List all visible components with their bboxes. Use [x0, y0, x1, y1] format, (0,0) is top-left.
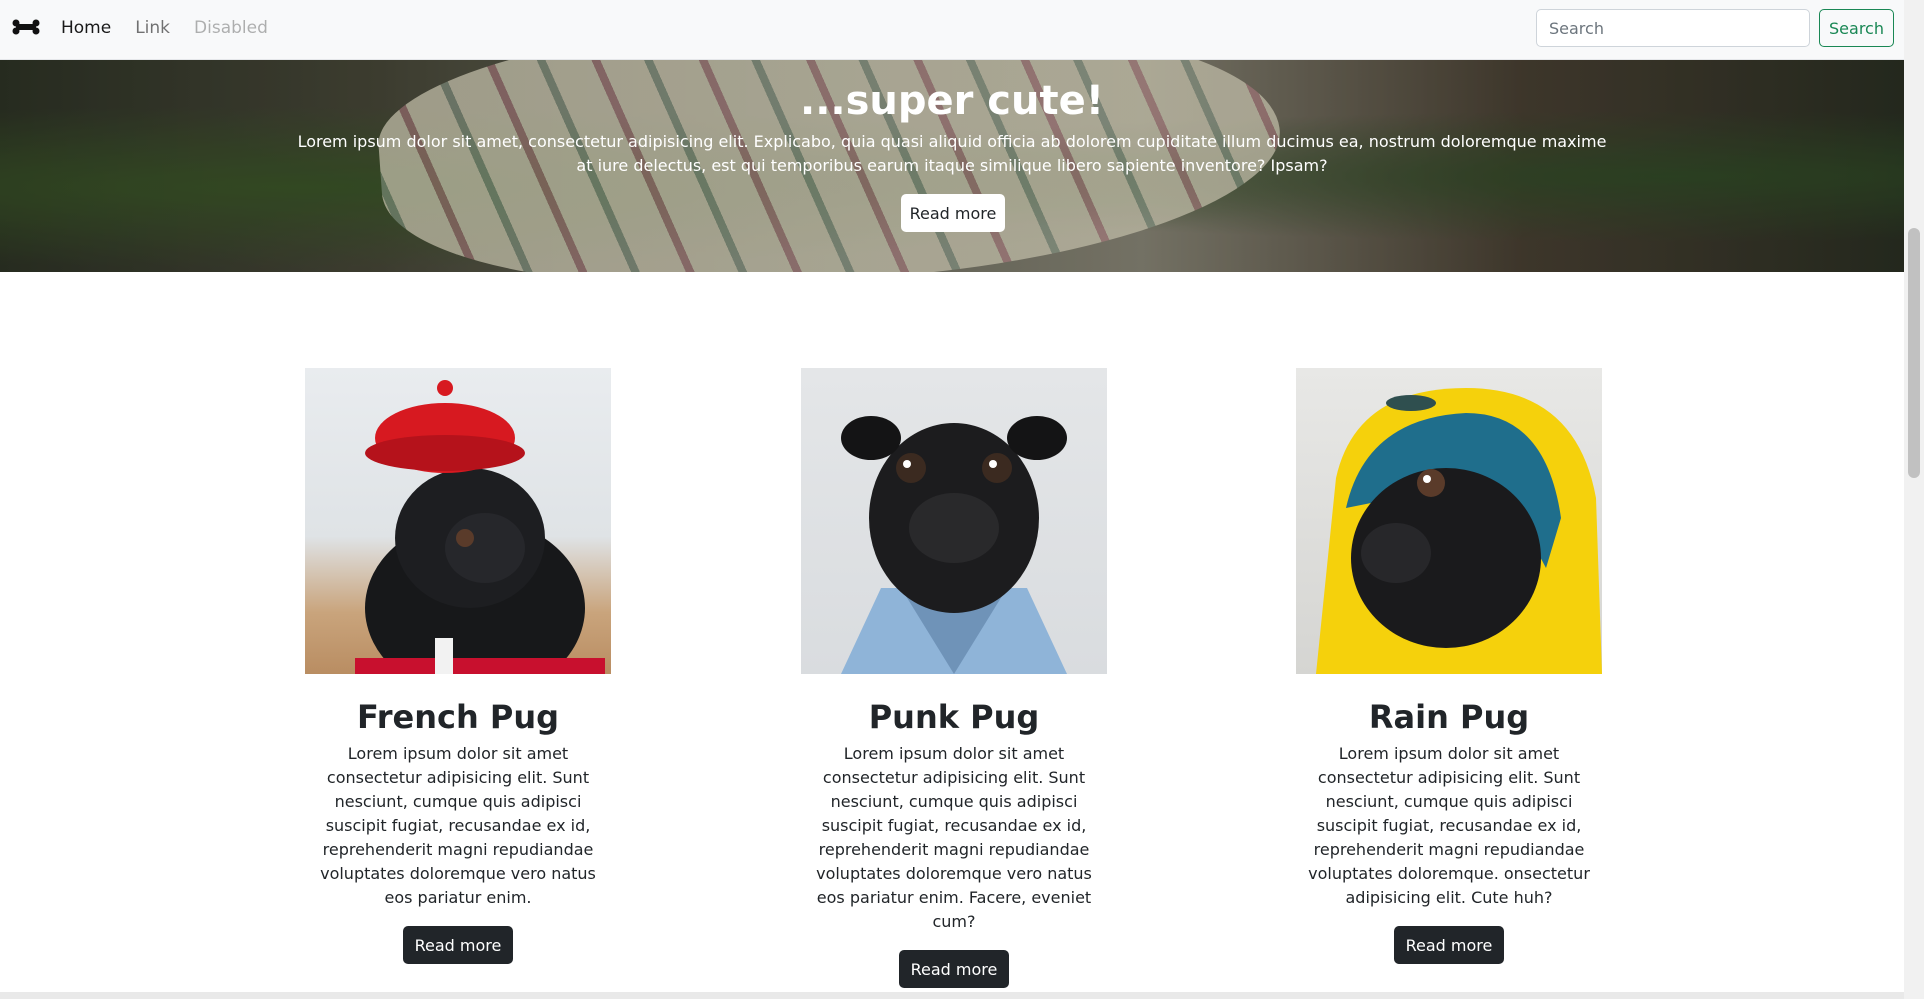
- card-text: Lorem ipsum dolor sit amet consectetur a…: [1308, 744, 1590, 907]
- bone-icon[interactable]: [12, 19, 40, 35]
- nav-link-home[interactable]: Home: [61, 18, 111, 38]
- nav-links: Home Link Disabled: [61, 18, 292, 38]
- nav-link-link[interactable]: Link: [135, 18, 170, 38]
- card-title: Punk Pug: [868, 698, 1040, 736]
- card-text: Lorem ipsum dolor sit amet consectetur a…: [320, 744, 596, 907]
- card-punk-pug: Punk Pug Lorem ipsum dolor sit amet cons…: [801, 368, 1107, 988]
- hero-banner: ...super cute! Lorem ipsum dolor sit ame…: [0, 60, 1904, 272]
- card-text: Lorem ipsum dolor sit amet consectetur a…: [816, 744, 1092, 931]
- hero-title: ...super cute!: [800, 78, 1104, 124]
- card-french-pug: French Pug Lorem ipsum dolor sit amet co…: [305, 368, 611, 964]
- search-button[interactable]: Search: [1819, 9, 1894, 47]
- card-title: Rain Pug: [1368, 698, 1530, 736]
- navbar: Home Link Disabled Search: [0, 0, 1904, 60]
- card-rain-pug: Rain Pug Lorem ipsum dolor sit amet cons…: [1296, 368, 1602, 964]
- search-input[interactable]: [1536, 9, 1810, 47]
- card-read-more-button[interactable]: Read more: [402, 926, 514, 964]
- pug-in-red-beret-image: [355, 380, 605, 674]
- card-read-more-button[interactable]: Read more: [1393, 926, 1505, 964]
- card-image-punk-pug: [801, 368, 1107, 674]
- card-image-rain-pug: [1296, 368, 1602, 674]
- pug-in-denim-jacket-image: [841, 416, 1067, 674]
- nav-link-disabled: Disabled: [194, 18, 268, 38]
- scrollbar-thumb[interactable]: [1908, 228, 1920, 478]
- pug-in-yellow-raincoat-image: [1316, 388, 1602, 674]
- card-title: French Pug: [356, 698, 560, 736]
- card-read-more-button[interactable]: Read more: [898, 950, 1010, 988]
- hero-read-more-button[interactable]: Read more: [901, 194, 1005, 232]
- hero-text: Lorem ipsum dolor sit amet, consectetur …: [297, 132, 1607, 175]
- page-scrollbar[interactable]: [1904, 0, 1924, 999]
- footer-divider: [0, 992, 1904, 999]
- card-image-french-pug: [305, 368, 611, 674]
